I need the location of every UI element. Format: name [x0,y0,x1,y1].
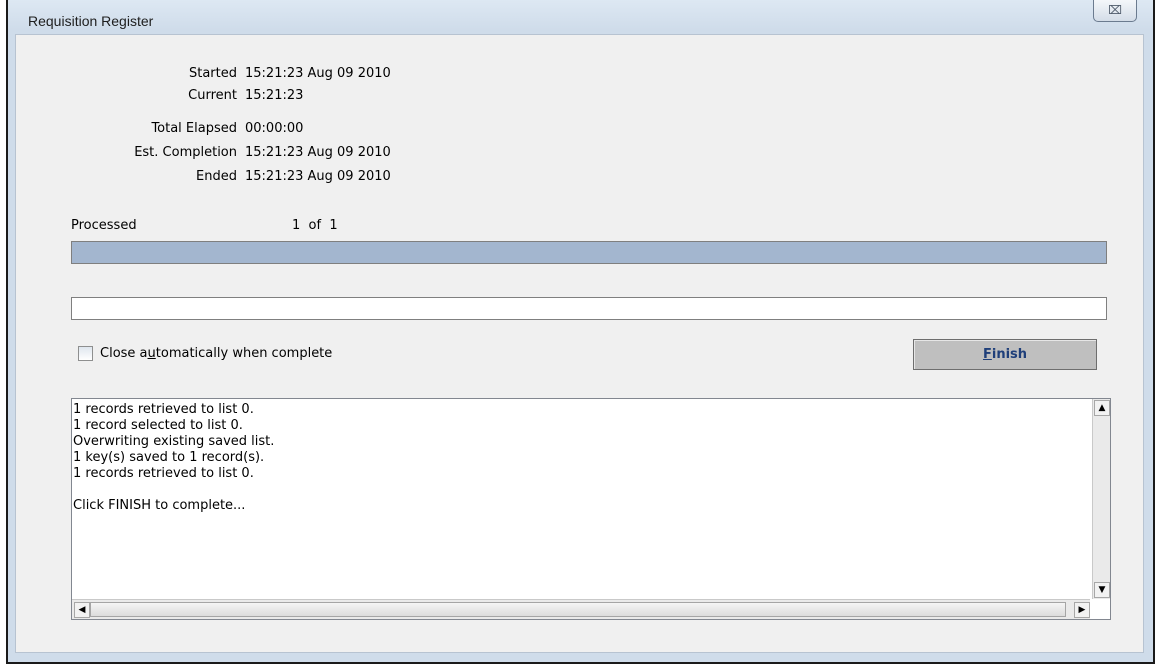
close-automatically-label-end: tomatically when complete [155,346,333,361]
finish-mnemonic: F [982,347,992,362]
current-value: 15:21:23 [245,88,304,103]
log-line: 1 key(s) saved to 1 record(s). [73,450,265,465]
log-line: 1 record selected to list 0. [73,418,243,433]
started-label: Started [188,66,237,81]
finish-label: inish [991,347,1028,362]
window-title: Requisition Register [28,13,154,29]
close-icon: ⌧ [1108,3,1122,17]
current-label: Current [188,88,237,103]
requisition-register-window: Requisition Register ⌧ Started 15:21:23 … [6,0,1155,664]
title-bar[interactable]: Requisition Register ⌧ [8,0,1153,34]
arrow-left-icon: ◀ [78,605,86,615]
close-automatically-mnemonic: u [147,346,156,361]
log-lines: 1 records retrieved to list 0. 1 record s… [73,402,274,514]
scrollbar-corner [1090,599,1110,619]
scroll-left-button[interactable]: ◀ [74,602,90,618]
log-line: Overwriting existing saved list. [73,434,275,449]
started-value: 15:21:23 Aug 09 2010 [245,66,391,81]
processed-label: Processed [71,218,137,233]
finish-button[interactable]: Finish [913,339,1097,370]
close-button[interactable]: ⌧ [1093,0,1137,22]
ended-label: Ended [196,169,237,184]
arrow-up-icon: ▲ [1098,403,1106,413]
horizontal-scroll-thumb[interactable] [90,602,1066,617]
log-line: Click FINISH to complete... [73,498,246,513]
scroll-up-button[interactable]: ▲ [1094,400,1110,416]
total-elapsed-label: Total Elapsed [151,121,237,136]
log-textarea[interactable]: 1 records retrieved to list 0. 1 record s… [71,398,1111,620]
est-completion-value: 15:21:23 Aug 09 2010 [245,145,391,160]
total-elapsed-value: 00:00:00 [245,121,304,136]
processed-count: 1 of 1 [292,218,338,233]
status-field [71,297,1107,320]
close-automatically-checkbox[interactable] [78,346,93,361]
log-line: 1 records retrieved to list 0. [73,466,254,481]
progress-bar [71,241,1107,264]
close-automatically-label-start: Close a [100,346,148,361]
scroll-right-button[interactable]: ▶ [1074,602,1090,618]
arrow-down-icon: ▼ [1098,585,1106,595]
progress-fill [72,242,1106,263]
scroll-down-button[interactable]: ▼ [1094,582,1110,598]
log-line: 1 records retrieved to list 0. [73,402,254,417]
horizontal-scrollbar[interactable]: ◀ ▶ [72,599,1092,619]
dialog-client-area: Started 15:21:23 Aug 09 2010 Current 15:… [15,34,1144,653]
vertical-scrollbar[interactable]: ▲ ▼ [1092,399,1110,599]
est-completion-label: Est. Completion [134,145,237,160]
arrow-right-icon: ▶ [1078,605,1086,615]
close-automatically-label[interactable]: Close automatically when complete [100,346,332,361]
ended-value: 15:21:23 Aug 09 2010 [245,169,391,184]
